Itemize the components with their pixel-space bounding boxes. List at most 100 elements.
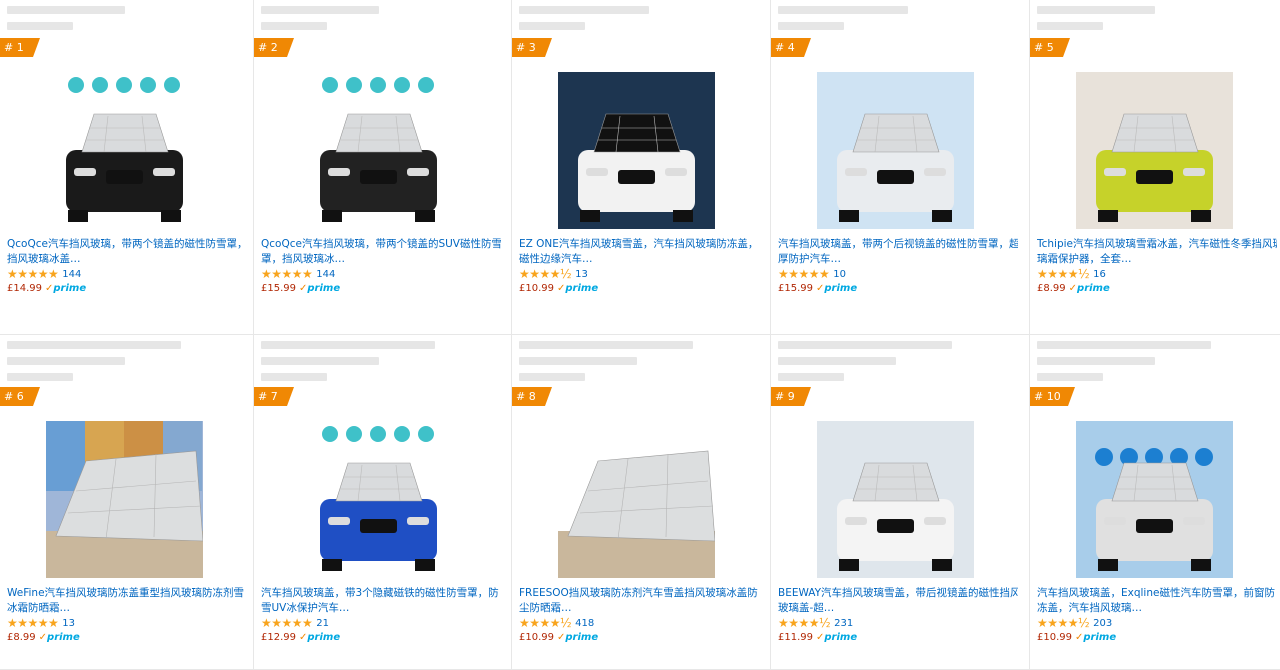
review-count-link[interactable]: 13: [62, 618, 75, 629]
prime-check-icon: ✓: [1068, 283, 1078, 294]
product-image[interactable]: [46, 72, 203, 229]
loading-placeholder: [1037, 22, 1103, 30]
product-title-line: 汽车挡风玻璃盖，带两个后视镜盖的磁性防雪罩，超: [778, 238, 1018, 250]
rating-row[interactable]: ★★★★★ 144: [261, 268, 335, 281]
price-row: £15.99 ✓prime: [778, 283, 857, 294]
product-title-link[interactable]: QcoQce汽车挡风玻璃，带两个镜盖的SUV磁性防雪 罩，挡风玻璃冰…: [261, 237, 501, 267]
product-image[interactable]: [300, 421, 457, 578]
rating-row[interactable]: ★★★★★ 10: [778, 268, 846, 281]
review-count-link[interactable]: 21: [316, 618, 329, 629]
product-card[interactable]: # 5 Tchipie汽车挡风玻璃雪霜冰盖，汽车磁性冬季挡风玻 璃霜保护器，全套……: [1030, 0, 1280, 335]
review-count-link[interactable]: 144: [62, 269, 81, 280]
product-title-line: 璃霜保护器，全套…: [1037, 253, 1132, 265]
review-count-link[interactable]: 418: [575, 618, 594, 629]
product-title-link[interactable]: 汽车挡风玻璃盖，带两个后视镜盖的磁性防雪罩，超 厚防护汽车…: [778, 237, 1018, 267]
product-title-line: 玻璃盖-超…: [778, 602, 835, 614]
price-row: £14.99 ✓prime: [7, 283, 86, 294]
product-title-link[interactable]: Tchipie汽车挡风玻璃雪霜冰盖，汽车磁性冬季挡风玻 璃霜保护器，全套…: [1037, 237, 1277, 267]
product-card[interactable]: # 9 BEEWAY汽车挡风玻璃雪盖，带后视镜盖的磁性挡风 玻璃盖-超… ★★★★½…: [771, 335, 1030, 670]
product-title-line: 汽车挡风玻璃盖，Exqline磁性汽车防雪罩，前窗防: [1037, 587, 1275, 599]
bestseller-grid: # 1 QcoQce汽车挡风玻璃，带两个镜盖的磁性防雪罩， 挡风玻璃冰盖… ★★★★…: [0, 0, 1280, 670]
prime-label: prime: [307, 283, 341, 294]
star-rating-icon: ★★★★½: [519, 267, 572, 281]
rank-badge: # 1: [0, 38, 40, 57]
loading-placeholder: [261, 373, 327, 381]
loading-placeholder: [778, 22, 844, 30]
prime-label: prime: [307, 632, 341, 643]
review-count-link[interactable]: 231: [834, 618, 853, 629]
product-title-line: 罩，挡风玻璃冰…: [261, 253, 345, 265]
product-card[interactable]: # 8 FREESOO挡风玻璃防冻剂汽车雪盖挡风玻璃冰盖防 尘防晒霜… ★★★★½ 4…: [512, 335, 771, 670]
product-card[interactable]: # 1 QcoQce汽车挡风玻璃，带两个镜盖的磁性防雪罩， 挡风玻璃冰盖… ★★★★…: [0, 0, 254, 335]
rating-row[interactable]: ★★★★½ 16: [1037, 268, 1106, 281]
rank-badge: # 6: [0, 387, 40, 406]
product-image[interactable]: [558, 72, 715, 229]
rating-row[interactable]: ★★★★½ 418: [519, 617, 594, 630]
product-title-link[interactable]: BEEWAY汽车挡风玻璃雪盖，带后视镜盖的磁性挡风 玻璃盖-超…: [778, 586, 1018, 616]
star-rating-icon: ★★★★★: [7, 267, 59, 281]
product-card[interactable]: # 3 EZ ONE汽车挡风玻璃雪盖，汽车挡风玻璃防冻盖， 磁性边缘汽车… ★★★★…: [512, 0, 771, 335]
review-count-link[interactable]: 16: [1093, 269, 1106, 280]
product-image[interactable]: [300, 72, 457, 229]
loading-placeholder: [261, 22, 327, 30]
review-count-link[interactable]: 144: [316, 269, 335, 280]
price-value: £11.99: [778, 632, 813, 643]
product-image[interactable]: [46, 421, 203, 578]
price-value: £10.99: [1037, 632, 1072, 643]
rating-row[interactable]: ★★★★★ 13: [7, 617, 75, 630]
rating-row[interactable]: ★★★★½ 231: [778, 617, 853, 630]
star-rating-icon: ★★★★½: [1037, 267, 1090, 281]
product-card[interactable]: # 4 汽车挡风玻璃盖，带两个后视镜盖的磁性防雪罩，超 厚防护汽车… ★★★★★ 10…: [771, 0, 1030, 335]
loading-placeholder: [7, 373, 73, 381]
product-title-line: WeFine汽车挡风玻璃防冻盖重型挡风玻璃防冻剂雪: [7, 587, 245, 599]
prime-badge: ✓prime: [816, 632, 857, 643]
rating-row[interactable]: ★★★★★ 21: [261, 617, 329, 630]
prime-badge: ✓prime: [39, 632, 80, 643]
loading-placeholder: [7, 22, 73, 30]
loading-placeholder: [261, 341, 435, 349]
loading-placeholder: [7, 341, 181, 349]
product-title-link[interactable]: EZ ONE汽车挡风玻璃雪盖，汽车挡风玻璃防冻盖， 磁性边缘汽车…: [519, 237, 759, 267]
product-title-link[interactable]: WeFine汽车挡风玻璃防冻盖重型挡风玻璃防冻剂雪 冰霜防晒霜…: [7, 586, 247, 616]
price-value: £12.99: [261, 632, 296, 643]
product-title-link[interactable]: QcoQce汽车挡风玻璃，带两个镜盖的磁性防雪罩， 挡风玻璃冰盖…: [7, 237, 247, 267]
product-card[interactable]: # 6 WeFine汽车挡风玻璃防冻盖重型挡风玻璃防冻剂雪 冰霜防晒霜… ★★★★★…: [0, 335, 254, 670]
product-image[interactable]: [817, 421, 974, 578]
product-card[interactable]: # 10 汽车挡风玻璃盖，Exqline磁性汽车防雪罩，前窗防 冻盖，汽车挡风玻璃…: [1030, 335, 1280, 670]
prime-label: prime: [565, 283, 599, 294]
price-value: £8.99: [1037, 283, 1066, 294]
price-value: £15.99: [261, 283, 296, 294]
prime-label: prime: [565, 632, 599, 643]
product-title-link[interactable]: 汽车挡风玻璃盖，带3个隐藏磁铁的磁性防雪罩，防 雪UV冰保护汽车…: [261, 586, 501, 616]
loading-placeholder: [1037, 357, 1155, 365]
rating-row[interactable]: ★★★★½ 203: [1037, 617, 1112, 630]
review-count-link[interactable]: 203: [1093, 618, 1112, 629]
product-image[interactable]: [1076, 72, 1233, 229]
loading-placeholder: [261, 357, 379, 365]
product-image[interactable]: [558, 421, 715, 578]
loading-placeholder: [519, 22, 585, 30]
loading-placeholder: [261, 6, 379, 14]
price-row: £10.99 ✓prime: [519, 632, 598, 643]
rank-badge: # 2: [254, 38, 294, 57]
rating-row[interactable]: ★★★★★ 144: [7, 268, 81, 281]
product-title-link[interactable]: 汽车挡风玻璃盖，Exqline磁性汽车防雪罩，前窗防 冻盖，汽车挡风玻璃…: [1037, 586, 1277, 616]
star-rating-icon: ★★★★★: [261, 616, 313, 630]
product-title-link[interactable]: FREESOO挡风玻璃防冻剂汽车雪盖挡风玻璃冰盖防 尘防晒霜…: [519, 586, 759, 616]
loading-placeholder: [519, 373, 585, 381]
review-count-link[interactable]: 13: [575, 269, 588, 280]
prime-badge: ✓prime: [557, 632, 598, 643]
product-card[interactable]: # 2 QcoQce汽车挡风玻璃，带两个镜盖的SUV磁性防雪 罩，挡风玻璃冰… ★★…: [254, 0, 512, 335]
loading-placeholder: [778, 6, 908, 14]
product-image[interactable]: [817, 72, 974, 229]
product-title-line: 挡风玻璃冰盖…: [7, 253, 81, 265]
price-value: £10.99: [519, 632, 554, 643]
review-count-link[interactable]: 10: [833, 269, 846, 280]
rating-row[interactable]: ★★★★½ 13: [519, 268, 588, 281]
prime-badge: ✓prime: [45, 283, 86, 294]
product-title-line: 厚防护汽车…: [778, 253, 841, 265]
loading-placeholder: [519, 357, 637, 365]
product-image[interactable]: [1076, 421, 1233, 578]
product-card[interactable]: # 7 汽车挡风玻璃盖，带3个隐藏磁铁的磁性防雪罩，防 雪UV冰保护汽车… ★★★★…: [254, 335, 512, 670]
prime-badge: ✓prime: [816, 283, 857, 294]
